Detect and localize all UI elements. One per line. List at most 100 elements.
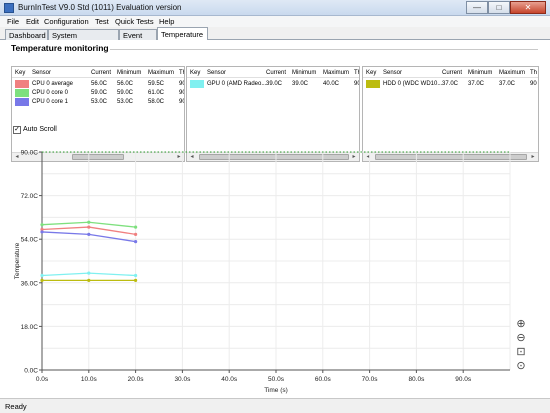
table-row[interactable]: GPU 0 (AMD Radeo... 39.0C 39.0C 40.0C 90 [187,80,359,89]
y-tick-label: 36.0C [21,280,39,287]
threshold-value: 90 [179,99,184,105]
table-row[interactable]: CPU 0 core 1 53.0C 53.0C 58.0C 90 [12,98,184,107]
x-tick-label: 60.0s [315,376,332,383]
window-title: BurnInTest V9.0 Std (1011) Evaluation ve… [18,3,182,12]
minimum-value: 59.0C [117,90,134,96]
column-header-sensor[interactable]: Sensor [207,70,226,76]
zoom-fit-icon[interactable]: ⊡ [515,346,527,358]
data-point [87,225,91,229]
data-point [87,271,91,275]
minimize-button[interactable]: — [466,1,488,14]
threshold-value: 90 [179,90,184,96]
y-axis-label: Temperature [14,242,21,279]
sensor-name: CPU 0 core 1 [32,99,69,105]
column-header-key[interactable]: Key [366,70,376,76]
x-tick-label: 70.0s [362,376,379,383]
menu-quick-tests[interactable]: Quick Tests [115,17,154,26]
table-row[interactable]: HDD 0 (WDC WD10... 37.0C 37.0C 37.0C 90 [363,80,538,89]
maximize-button[interactable]: □ [488,1,510,14]
data-point [134,273,138,278]
column-header-threshold[interactable]: Th [354,70,359,76]
menu-file[interactable]: File [7,17,19,26]
column-header-minimum[interactable]: Minimum [117,70,141,76]
column-header-key[interactable]: Key [15,70,25,76]
tab-event-log[interactable]: Event Log [119,29,157,49]
x-tick-label: 50.0s [268,376,285,383]
key-swatch [366,80,380,88]
sensor-name: CPU 0 core 0 [32,90,69,96]
tab-strip: Dashboard System Information Event Log T… [0,27,550,49]
column-header-threshold[interactable]: Th [530,70,537,76]
table-header: Key Sensor Current Minimum Maximum Th [363,67,538,78]
data-point [134,225,138,229]
menu-help[interactable]: Help [159,17,174,26]
x-tick-label: 40.0s [221,376,238,383]
y-tick-label: 54.0C [21,237,39,244]
zoom-in-icon[interactable]: ⊕ [515,318,527,330]
current-value: 56.0C [91,81,108,87]
column-header-maximum[interactable]: Maximum [323,70,349,76]
current-value: 39.0C [266,81,283,87]
threshold-value: 90 [179,81,184,87]
column-header-sensor[interactable]: Sensor [383,70,402,76]
column-header-current[interactable]: Current [442,70,462,76]
maximum-value: 61.0C [148,90,165,96]
minimum-value: 53.0C [117,99,134,105]
current-value: 53.0C [91,99,108,105]
title-bar: BurnInTest V9.0 Std (1011) Evaluation ve… [0,0,550,16]
temperature-chart-svg: 0.0C 18.0C 36.0C 54.0C 72.0C 90.0C 0.0s 10.0s 20… [14,150,511,394]
column-header-key[interactable]: Key [190,70,200,76]
column-header-maximum[interactable]: Maximum [499,70,525,76]
x-tick-label: 10.0s [81,376,98,383]
data-point [134,278,138,282]
data-point [134,240,138,244]
menu-configuration[interactable]: Configuration [44,17,89,26]
status-bar: Ready [0,398,550,413]
x-tick-label: 20.0s [128,376,145,383]
key-swatch [15,80,29,88]
tab-temperature[interactable]: Temperature [157,27,208,41]
zoom-out-icon[interactable]: ⊖ [515,332,527,344]
y-tick-label: 18.0C [21,324,39,331]
tab-system-information[interactable]: System Information [48,29,119,49]
zoom-reset-icon[interactable]: ⊙ [515,360,527,372]
y-tick-label: 72.0C [21,193,39,200]
column-header-sensor[interactable]: Sensor [32,70,51,76]
menu-test[interactable]: Test [95,17,109,26]
app-icon [4,3,14,13]
table-header: Key Sensor Current Minimum Maximum Th [187,67,359,78]
table-row[interactable]: CPU 0 core 0 59.0C 59.0C 61.0C 90 [12,89,184,98]
threshold-value: 90 [354,81,359,87]
tab-dashboard[interactable]: Dashboard [5,29,48,40]
x-tick-label: 0.0s [36,376,49,383]
y-tick-label: 0.0C [24,368,38,375]
minimum-value: 56.0C [117,81,134,87]
auto-scroll-checkbox[interactable]: ✓ [13,126,21,134]
y-tick-label: 90.0C [21,150,39,157]
menu-edit[interactable]: Edit [26,17,39,26]
current-value: 59.0C [91,90,108,96]
data-point [134,232,138,236]
column-header-threshold[interactable]: Th [179,70,184,76]
column-header-maximum[interactable]: Maximum [148,70,174,76]
x-tick-label: 30.0s [174,376,191,383]
data-point [40,278,44,282]
data-point [87,220,91,224]
maximum-value: 40.0C [323,81,340,87]
column-header-current[interactable]: Current [91,70,111,76]
data-point [87,232,91,236]
data-point [87,278,91,282]
status-text: Ready [5,402,27,411]
section-divider [110,49,538,50]
current-value: 37.0C [442,81,459,87]
close-button[interactable]: ✕ [510,1,546,14]
menu-bar: File Edit Configuration Test Quick Tests… [0,16,550,27]
table-row[interactable]: CPU 0 average 56.0C 56.0C 59.5C 90 [12,80,184,89]
maximum-value: 59.5C [148,81,165,87]
key-swatch [190,80,204,88]
column-header-minimum[interactable]: Minimum [468,70,492,76]
column-header-minimum[interactable]: Minimum [292,70,316,76]
data-point [40,223,44,227]
column-header-current[interactable]: Current [266,70,286,76]
x-tick-label: 80.0s [408,376,425,383]
